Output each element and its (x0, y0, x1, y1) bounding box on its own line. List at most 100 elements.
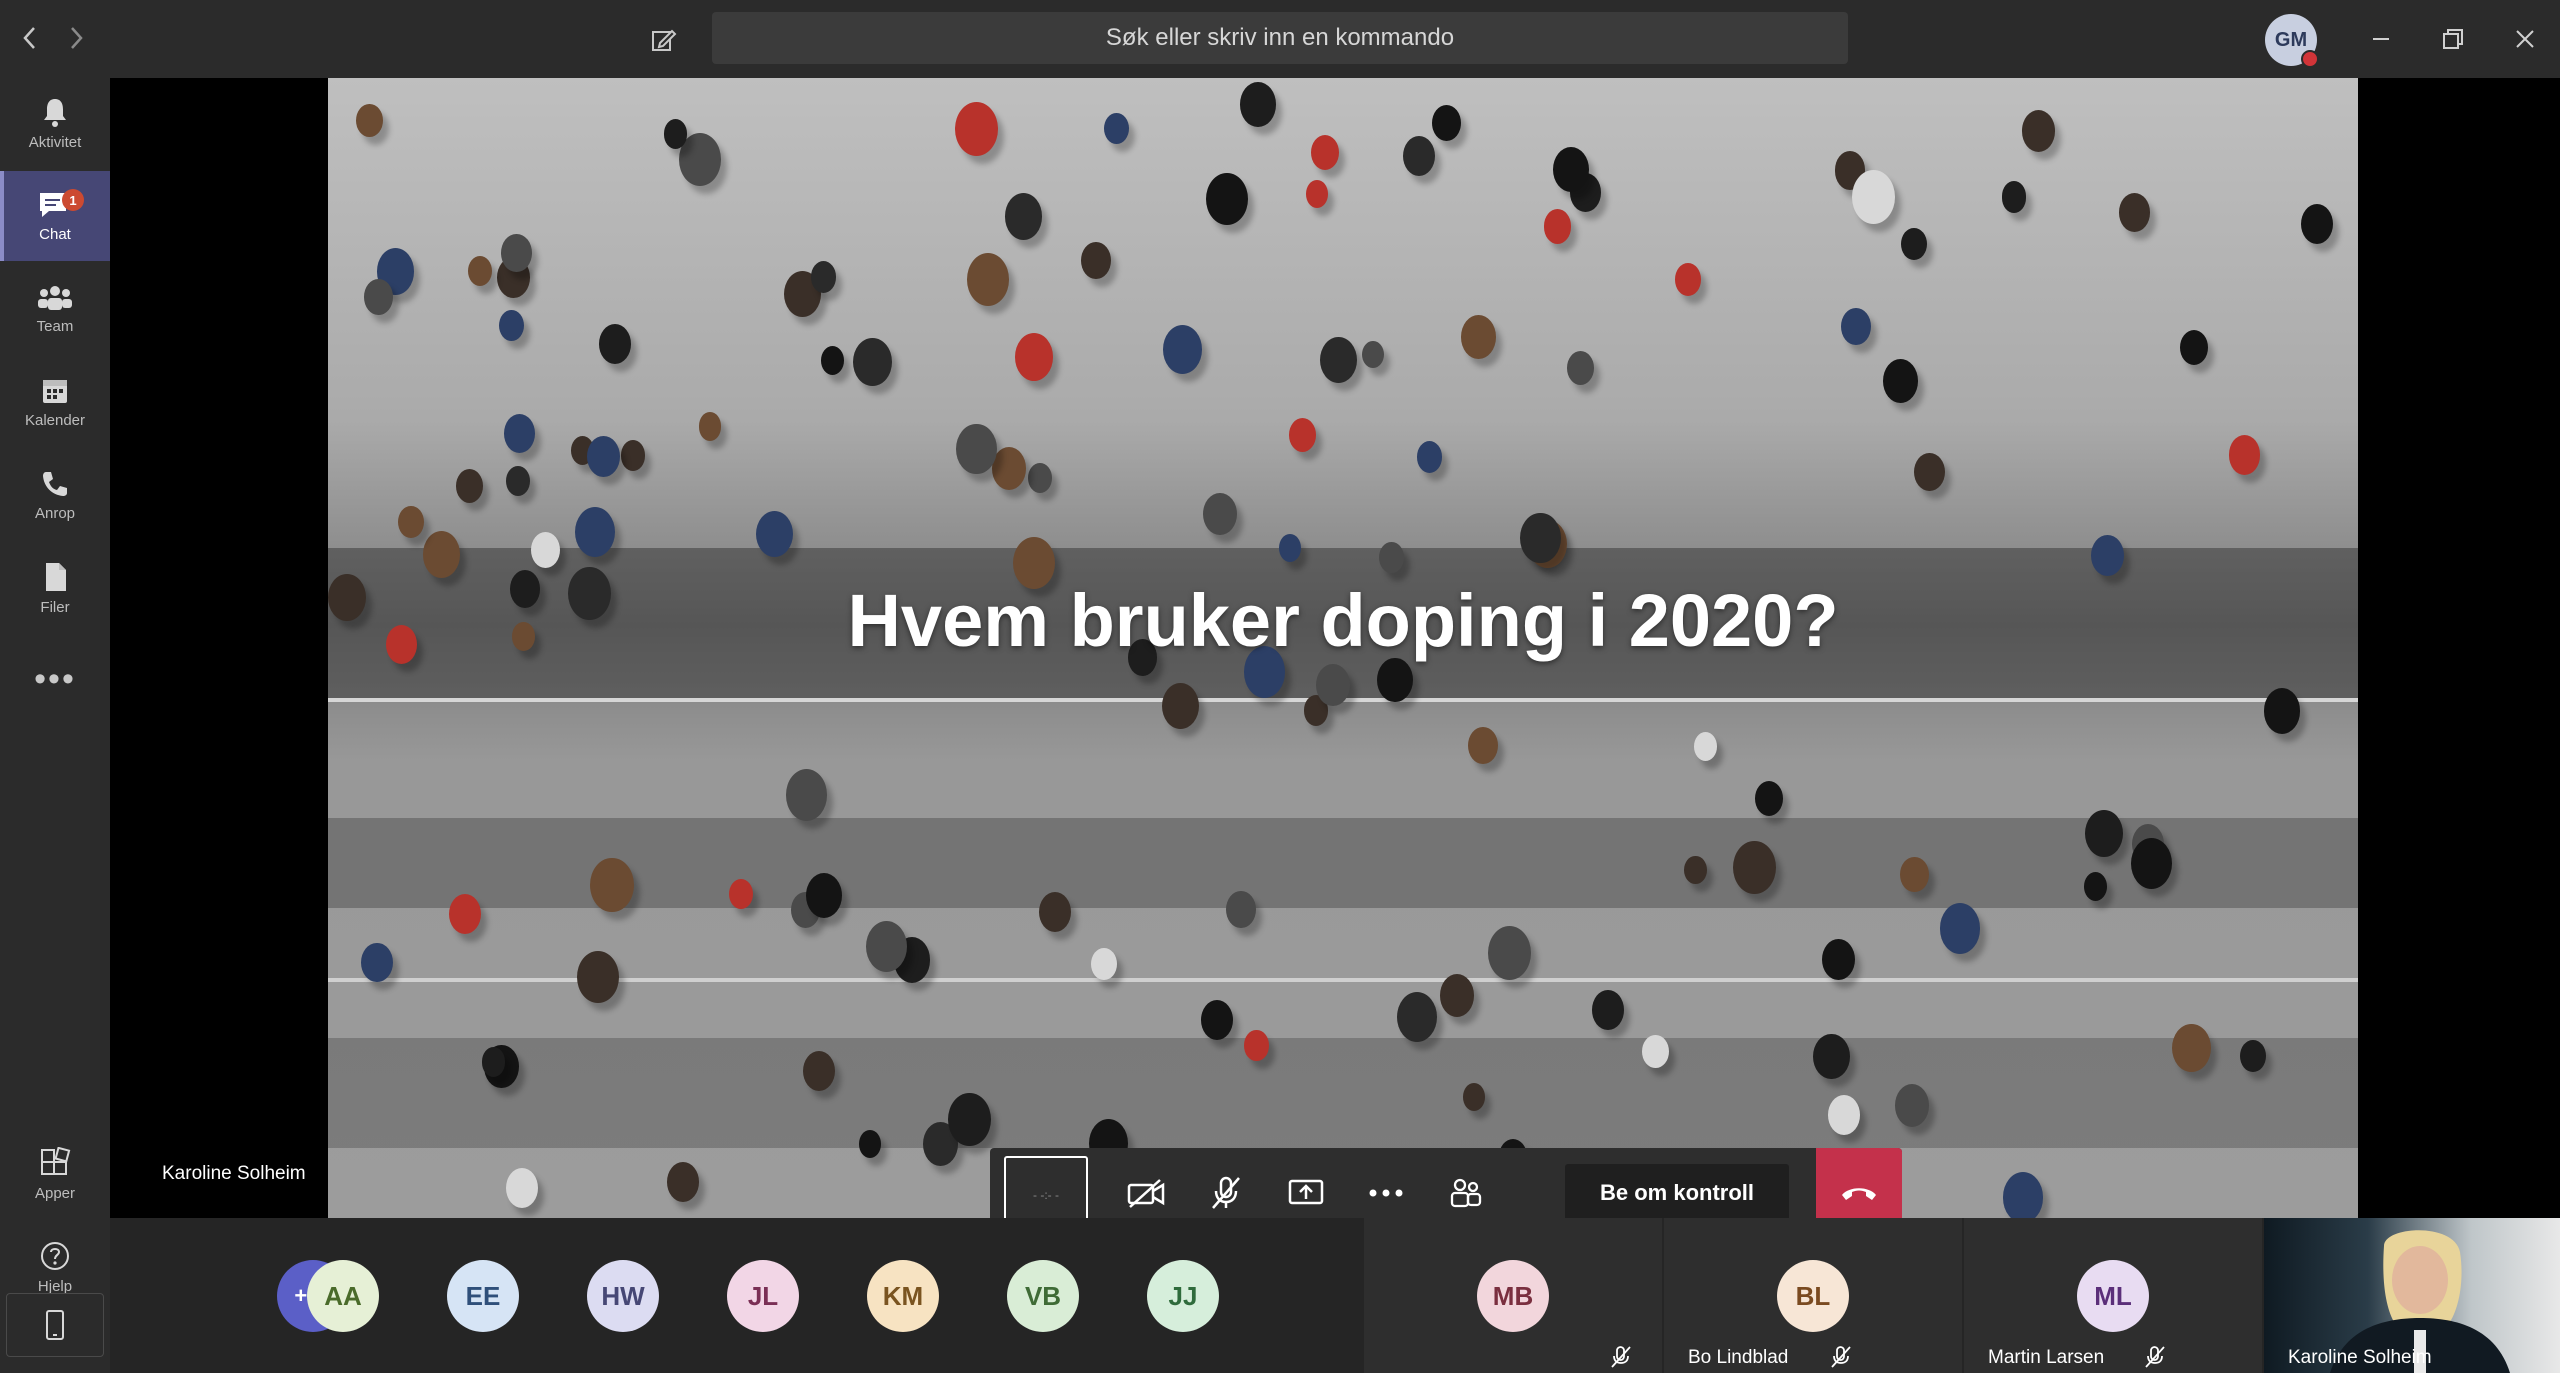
new-chat-icon[interactable] (642, 18, 686, 62)
rail-item-activity[interactable]: Aktivitet (0, 78, 110, 168)
crowd-person (1732, 840, 1776, 895)
participant-avatar[interactable]: AA (307, 1260, 379, 1332)
apps-icon (41, 1146, 71, 1175)
crowd-person (1288, 417, 1317, 452)
crowd-person (1851, 169, 1896, 225)
rail-item-teams[interactable]: Team (0, 264, 110, 354)
crowd-person (1754, 781, 1783, 816)
people-icon (1450, 1178, 1482, 1208)
more-icon (1369, 1189, 1403, 1197)
participant-avatar: MB (1477, 1260, 1549, 1332)
crowd-person (866, 921, 907, 973)
user-initials: GM (2274, 28, 2308, 51)
rail-item-label: Aktivitet (28, 133, 82, 151)
participant-avatar[interactable]: KM (867, 1260, 939, 1332)
restore-icon[interactable] (2430, 16, 2476, 62)
crowd-person (858, 1130, 881, 1158)
participant-avatar[interactable]: HW (587, 1260, 659, 1332)
crowd-person (530, 531, 560, 568)
crowd-person (2021, 109, 2056, 153)
crowd-person (947, 1092, 991, 1147)
files-icon (46, 562, 66, 591)
crowd-person (802, 1050, 836, 1091)
crowd-person (956, 424, 997, 475)
crowd-person (1914, 453, 1945, 492)
unread-badge: 1 (62, 189, 84, 211)
rail-item-files[interactable]: Filer (0, 543, 110, 633)
crowd-person (361, 942, 393, 983)
device-settings-button[interactable] (6, 1293, 104, 1357)
rail-item-label: Filer (40, 598, 70, 616)
crowd-person (1320, 336, 1357, 383)
share-screen-icon (1288, 1179, 1324, 1205)
rail-item-label: Team (36, 317, 74, 335)
camera-off-icon (1127, 1179, 1165, 1208)
title-bar: Søk eller skriv inn en kommando GM (0, 0, 2560, 78)
participant-avatar[interactable]: JL (727, 1260, 799, 1332)
crowd-person (1642, 1034, 1670, 1069)
crowd-person (1014, 332, 1053, 381)
crowd-person (1543, 209, 1572, 244)
participant-avatar[interactable]: EE (447, 1260, 519, 1332)
self-video-tile[interactable]: Karoline Solheim (2264, 1218, 2560, 1373)
crowd-person (966, 253, 1009, 307)
shared-screen-slide: Hvem bruker doping i 2020? (328, 78, 2358, 1218)
crowd-person (590, 857, 634, 912)
crowd-person (1901, 228, 1927, 261)
participant-avatar[interactable]: JJ (1147, 1260, 1219, 1332)
phone-icon (43, 471, 67, 496)
crowd-person (1039, 891, 1072, 933)
crowd-person (663, 119, 688, 149)
rail-item-label: Apper (34, 1184, 76, 1202)
crowd-person (1675, 263, 1702, 297)
forward-arrow-icon[interactable] (56, 18, 96, 58)
crowd-person (2119, 193, 2151, 232)
crowd-person (1206, 172, 1248, 225)
slide-title: Hvem bruker doping i 2020? (847, 579, 1839, 662)
crowd-person (1694, 732, 1718, 762)
crowd-person (1104, 113, 1129, 145)
rail-item-chat[interactable]: 1 Chat (0, 171, 110, 261)
presenter-name-label: Karoline Solheim (162, 1163, 306, 1184)
crowd-person (2084, 872, 2108, 901)
more-apps-icon[interactable]: ••• (0, 660, 110, 699)
crowd-person (1396, 991, 1438, 1043)
calendar-icon (43, 379, 67, 403)
crowd-person (481, 1047, 506, 1077)
crowd-person (1162, 325, 1202, 375)
crowd-person (1900, 856, 1929, 892)
crowd-person (1027, 463, 1052, 493)
participant-tile[interactable]: MB (1364, 1218, 1662, 1373)
request-control-button[interactable]: Be om kontroll (1565, 1164, 1789, 1222)
team-icon (38, 285, 72, 310)
rail-item-calendar[interactable]: Kalender (0, 357, 110, 447)
crowd-person (2263, 688, 2301, 734)
participant-strip: +16 AAEEHWJLKMVBJJ MB BL Bo Lindblad ML … (110, 1218, 2560, 1373)
rail-item-label: Anrop (34, 504, 76, 522)
crowd-person (785, 768, 828, 821)
crowd-person (1311, 135, 1340, 171)
minimize-icon[interactable] (2358, 16, 2404, 62)
crowd-person (991, 447, 1027, 490)
crowd-person (821, 346, 845, 375)
crowd-person (1821, 938, 1855, 980)
participant-name: Bo Lindblad (1688, 1347, 1789, 1368)
participant-tile[interactable]: BL Bo Lindblad (1664, 1218, 1962, 1373)
bell-icon (44, 98, 66, 127)
hang-up-icon (1842, 1188, 1876, 1200)
crowd-person (1431, 104, 1461, 141)
close-icon[interactable] (2502, 16, 2548, 62)
crowd-person (1567, 350, 1595, 385)
crowd-person (2240, 1039, 2266, 1072)
participant-tile[interactable]: ML Martin Larsen (1964, 1218, 2262, 1373)
user-avatar[interactable]: GM (2265, 14, 2319, 68)
command-search-input[interactable]: Søk eller skriv inn en kommando (712, 12, 1848, 64)
mic-off-icon (1831, 1346, 1851, 1368)
rail-line (328, 978, 2358, 982)
back-arrow-icon[interactable] (10, 18, 50, 58)
participant-avatar: ML (2077, 1260, 2149, 1332)
rail-item-apps[interactable]: Apper (0, 1129, 110, 1219)
crowd-person (1080, 241, 1111, 279)
participant-avatar[interactable]: VB (1007, 1260, 1079, 1332)
rail-item-calls[interactable]: Anrop (0, 450, 110, 540)
